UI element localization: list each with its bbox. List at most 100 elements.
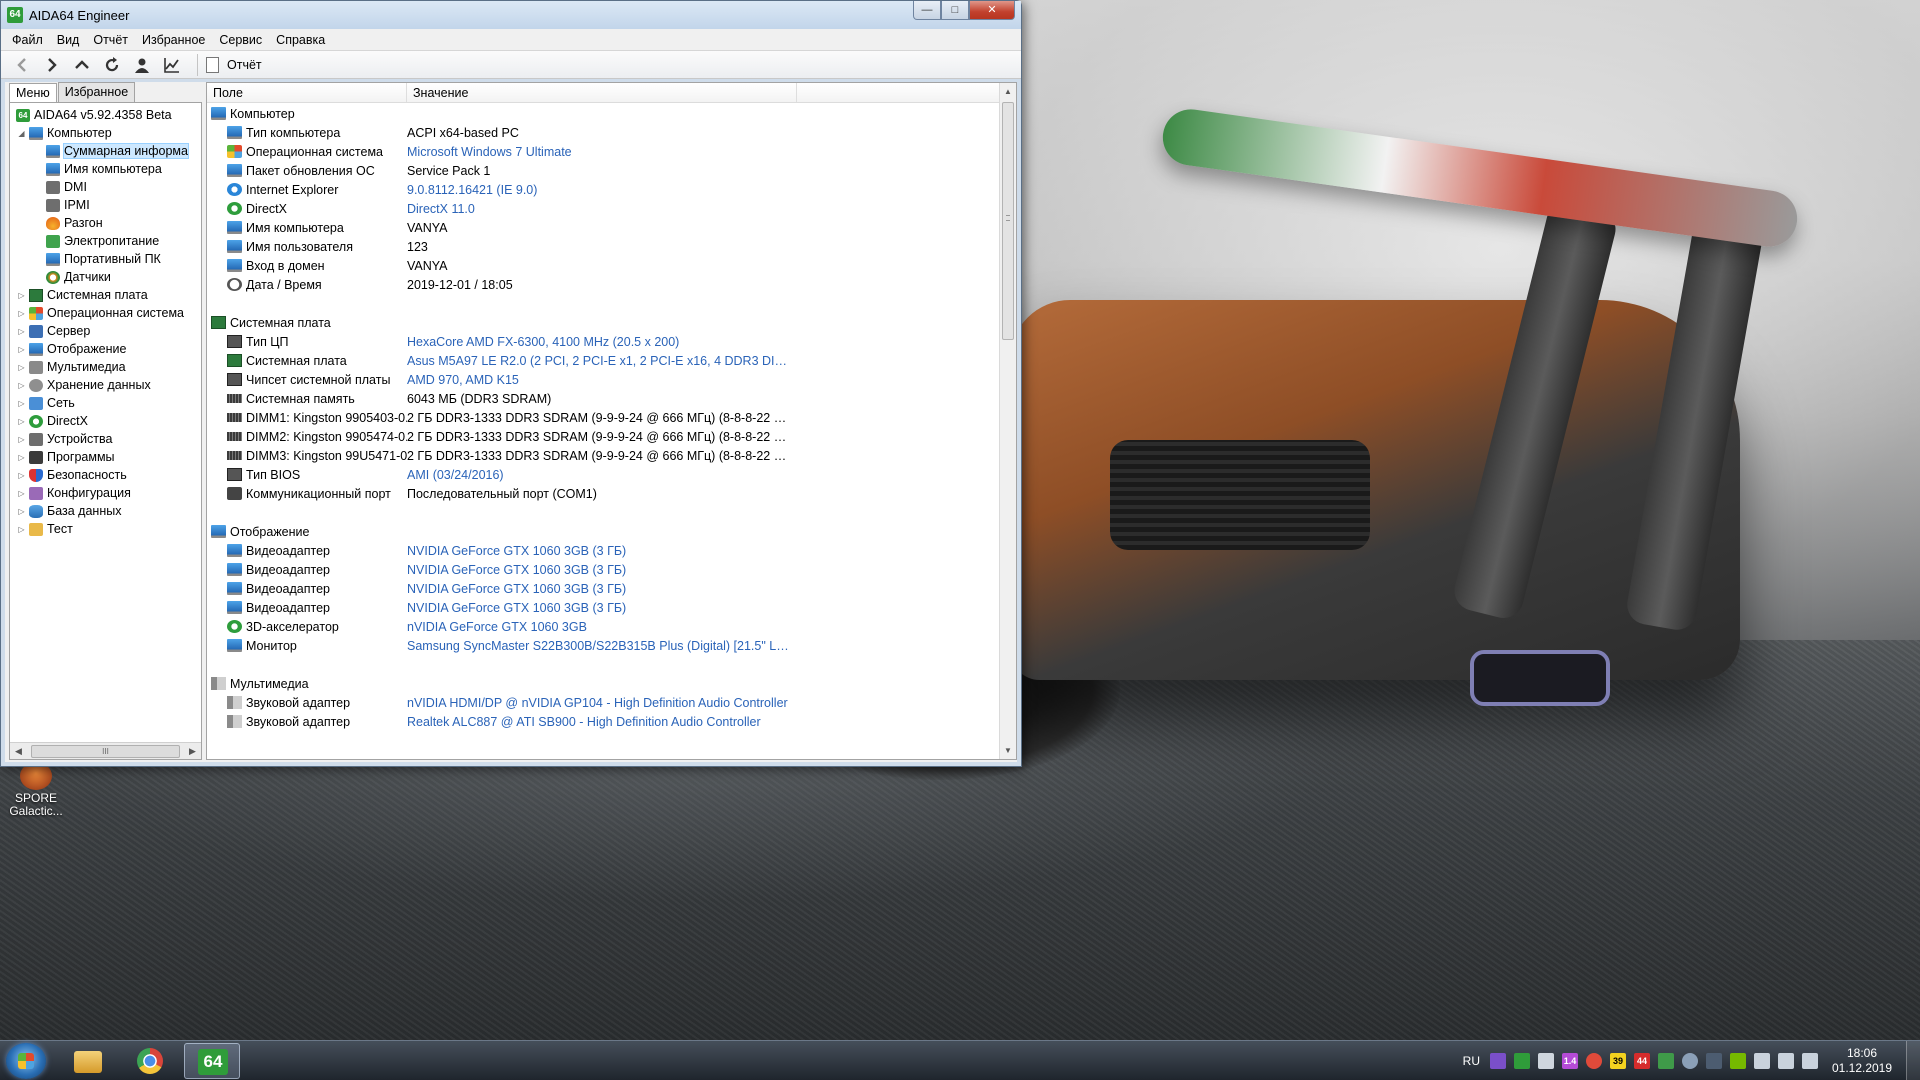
scroll-thumb[interactable]: III <box>31 744 180 758</box>
detail-row[interactable]: Видеоадаптер NVIDIA GeForce GTX 1060 3GB… <box>207 541 999 560</box>
menu-view[interactable]: Вид <box>50 33 87 47</box>
expand-icon[interactable]: ▷ <box>16 291 27 300</box>
taskbar-explorer[interactable] <box>60 1043 116 1079</box>
user-button[interactable] <box>129 53 155 77</box>
steam-icon[interactable] <box>1706 1053 1722 1069</box>
tree-item-devices[interactable]: ▷ Устройства <box>10 430 201 448</box>
close-button[interactable]: ✕ <box>969 1 1015 20</box>
detail-row[interactable]: Монитор Samsung SyncMaster S22B300B/S22B… <box>207 636 999 655</box>
scroll-left-icon[interactable]: ◀ <box>10 746 27 757</box>
tree-item-root[interactable]: 64 AIDA64 v5.92.4358 Beta <box>10 106 201 124</box>
detail-row[interactable]: Дата / Время 2019-12-01 / 18:05 <box>207 275 999 294</box>
tree-item-summary[interactable]: Суммарная информа <box>10 142 201 160</box>
tree-item-server[interactable]: ▷ Сервер <box>10 322 201 340</box>
value-link[interactable]: NVIDIA GeForce GTX 1060 3GB (3 ГБ) <box>407 544 797 558</box>
value-link[interactable]: DirectX 11.0 <box>407 202 797 216</box>
detail-row[interactable]: Звуковой адаптер nVIDIA HDMI/DP @ nVIDIA… <box>207 693 999 712</box>
detail-row[interactable]: Системная память 6043 МБ (DDR3 SDRAM) <box>207 389 999 408</box>
title-bar[interactable]: 64 AIDA64 Engineer — □ ✕ <box>1 1 1021 29</box>
detail-row[interactable]: Тип ЦП HexaCore AMD FX-6300, 4100 MHz (2… <box>207 332 999 351</box>
column-field-header[interactable]: Поле <box>207 83 407 102</box>
expand-icon[interactable]: ▷ <box>16 507 27 516</box>
detail-row[interactable]: Видеоадаптер NVIDIA GeForce GTX 1060 3GB… <box>207 560 999 579</box>
up-button[interactable] <box>69 53 95 77</box>
flag-icon[interactable] <box>1802 1053 1818 1069</box>
menu-service[interactable]: Сервис <box>212 33 269 47</box>
expand-icon[interactable]: ▷ <box>16 345 27 354</box>
tree-item-programs[interactable]: ▷ Программы <box>10 448 201 466</box>
tray-circle-icon[interactable] <box>1586 1053 1602 1069</box>
forward-button[interactable] <box>39 53 65 77</box>
tab-favorites[interactable]: Избранное <box>57 82 136 102</box>
desktop-icon-spore[interactable]: SPORE Galactic... <box>6 762 66 818</box>
menu-help[interactable]: Справка <box>269 33 332 47</box>
tree-item-overclock[interactable]: Разгон <box>10 214 201 232</box>
detail-row[interactable]: Имя компьютера VANYA <box>207 218 999 237</box>
tray-badge[interactable]: 1.4 <box>1562 1053 1578 1069</box>
scroll-right-icon[interactable]: ▶ <box>184 746 201 757</box>
show-desktop-button[interactable] <box>1906 1041 1920 1080</box>
detail-row[interactable]: Системная плата Asus M5A97 LE R2.0 (2 PC… <box>207 351 999 370</box>
collapse-icon[interactable]: ◢ <box>16 129 27 138</box>
detail-row[interactable]: Тип компьютера ACPI x64-based PC <box>207 123 999 142</box>
scroll-up-icon[interactable]: ▲ <box>1000 83 1016 100</box>
tree-item-multimedia[interactable]: ▷ Мультимедиа <box>10 358 201 376</box>
value-link[interactable]: AMD 970, AMD K15 <box>407 373 797 387</box>
tab-menu[interactable]: Меню <box>9 83 57 103</box>
tree-item-database[interactable]: ▷ База данных <box>10 502 201 520</box>
menu-file[interactable]: Файл <box>5 33 50 47</box>
expand-icon[interactable]: ▷ <box>16 363 27 372</box>
chart-button[interactable] <box>159 53 185 77</box>
value-link[interactable]: Asus M5A97 LE R2.0 (2 PCI, 2 PCI-E x1, 2… <box>407 354 797 368</box>
tree-horizontal-scrollbar[interactable]: ◀ III ▶ <box>10 742 201 759</box>
detail-row[interactable]: Коммуникационный порт Последовательный п… <box>207 484 999 503</box>
expand-icon[interactable]: ▷ <box>16 399 27 408</box>
detail-row[interactable]: 3D-акселератор nVIDIA GeForce GTX 1060 3… <box>207 617 999 636</box>
network-icon[interactable] <box>1754 1053 1770 1069</box>
scroll-down-icon[interactable]: ▼ <box>1000 742 1016 759</box>
tree-item-computer-name[interactable]: Имя компьютера <box>10 160 201 178</box>
detail-row[interactable]: DIMM1: Kingston 9905403-0... 2 ГБ DDR3-1… <box>207 408 999 427</box>
plane-icon[interactable] <box>1538 1053 1554 1069</box>
language-indicator[interactable]: RU <box>1463 1054 1480 1068</box>
detail-row[interactable]: DIMM3: Kingston 99U5471-0... 2 ГБ DDR3-1… <box>207 446 999 465</box>
menu-favorites[interactable]: Избранное <box>135 33 212 47</box>
tree-item-test[interactable]: ▷ Тест <box>10 520 201 538</box>
volume-icon[interactable] <box>1778 1053 1794 1069</box>
expand-icon[interactable]: ▷ <box>16 471 27 480</box>
value-link[interactable]: nVIDIA GeForce GTX 1060 3GB <box>407 620 797 634</box>
tree-item-display[interactable]: ▷ Отображение <box>10 340 201 358</box>
start-button[interactable] <box>6 1043 46 1079</box>
expand-icon[interactable]: ▷ <box>16 435 27 444</box>
column-value-header[interactable]: Значение <box>407 83 797 102</box>
report-button[interactable]: Отчёт <box>206 56 262 73</box>
detail-row[interactable]: Вход в домен VANYA <box>207 256 999 275</box>
details-vertical-scrollbar[interactable]: ▲ ▼ <box>999 83 1016 759</box>
value-link[interactable]: nVIDIA HDMI/DP @ nVIDIA GP104 - High Def… <box>407 696 797 710</box>
value-link[interactable]: Samsung SyncMaster S22B300B/S22B315B Plu… <box>407 639 797 653</box>
detail-row[interactable]: Имя пользователя 123 <box>207 237 999 256</box>
clock[interactable]: 18:06 01.12.2019 <box>1826 1046 1898 1076</box>
maximize-button[interactable]: □ <box>941 1 969 20</box>
tree-item-power[interactable]: Электропитание <box>10 232 201 250</box>
taskbar-chrome[interactable] <box>122 1043 178 1079</box>
tree-item-os[interactable]: ▷ Операционная система <box>10 304 201 322</box>
value-link[interactable]: NVIDIA GeForce GTX 1060 3GB (3 ГБ) <box>407 563 797 577</box>
tree-item-sensors[interactable]: Датчики <box>10 268 201 286</box>
value-link[interactable]: 9.0.8112.16421 (IE 9.0) <box>407 183 797 197</box>
tray-badge[interactable]: 39 <box>1610 1053 1626 1069</box>
back-button[interactable] <box>9 53 35 77</box>
nvidia-icon[interactable] <box>1730 1053 1746 1069</box>
tray-app-icon[interactable] <box>1490 1053 1506 1069</box>
taskbar-aida64[interactable]: 64 <box>184 1043 240 1079</box>
detail-row[interactable]: Операционная система Microsoft Windows 7… <box>207 142 999 161</box>
minimize-button[interactable]: — <box>913 1 941 20</box>
tree-item-network[interactable]: ▷ Сеть <box>10 394 201 412</box>
value-link[interactable]: Realtek ALC887 @ ATI SB900 - High Defini… <box>407 715 797 729</box>
expand-icon[interactable]: ▷ <box>16 489 27 498</box>
download-arrow-icon[interactable] <box>1514 1053 1530 1069</box>
tree-item-directx[interactable]: ▷ DirectX <box>10 412 201 430</box>
tray-badge[interactable]: 44 <box>1634 1053 1650 1069</box>
value-link[interactable]: NVIDIA GeForce GTX 1060 3GB (3 ГБ) <box>407 601 797 615</box>
value-link[interactable]: AMI (03/24/2016) <box>407 468 797 482</box>
